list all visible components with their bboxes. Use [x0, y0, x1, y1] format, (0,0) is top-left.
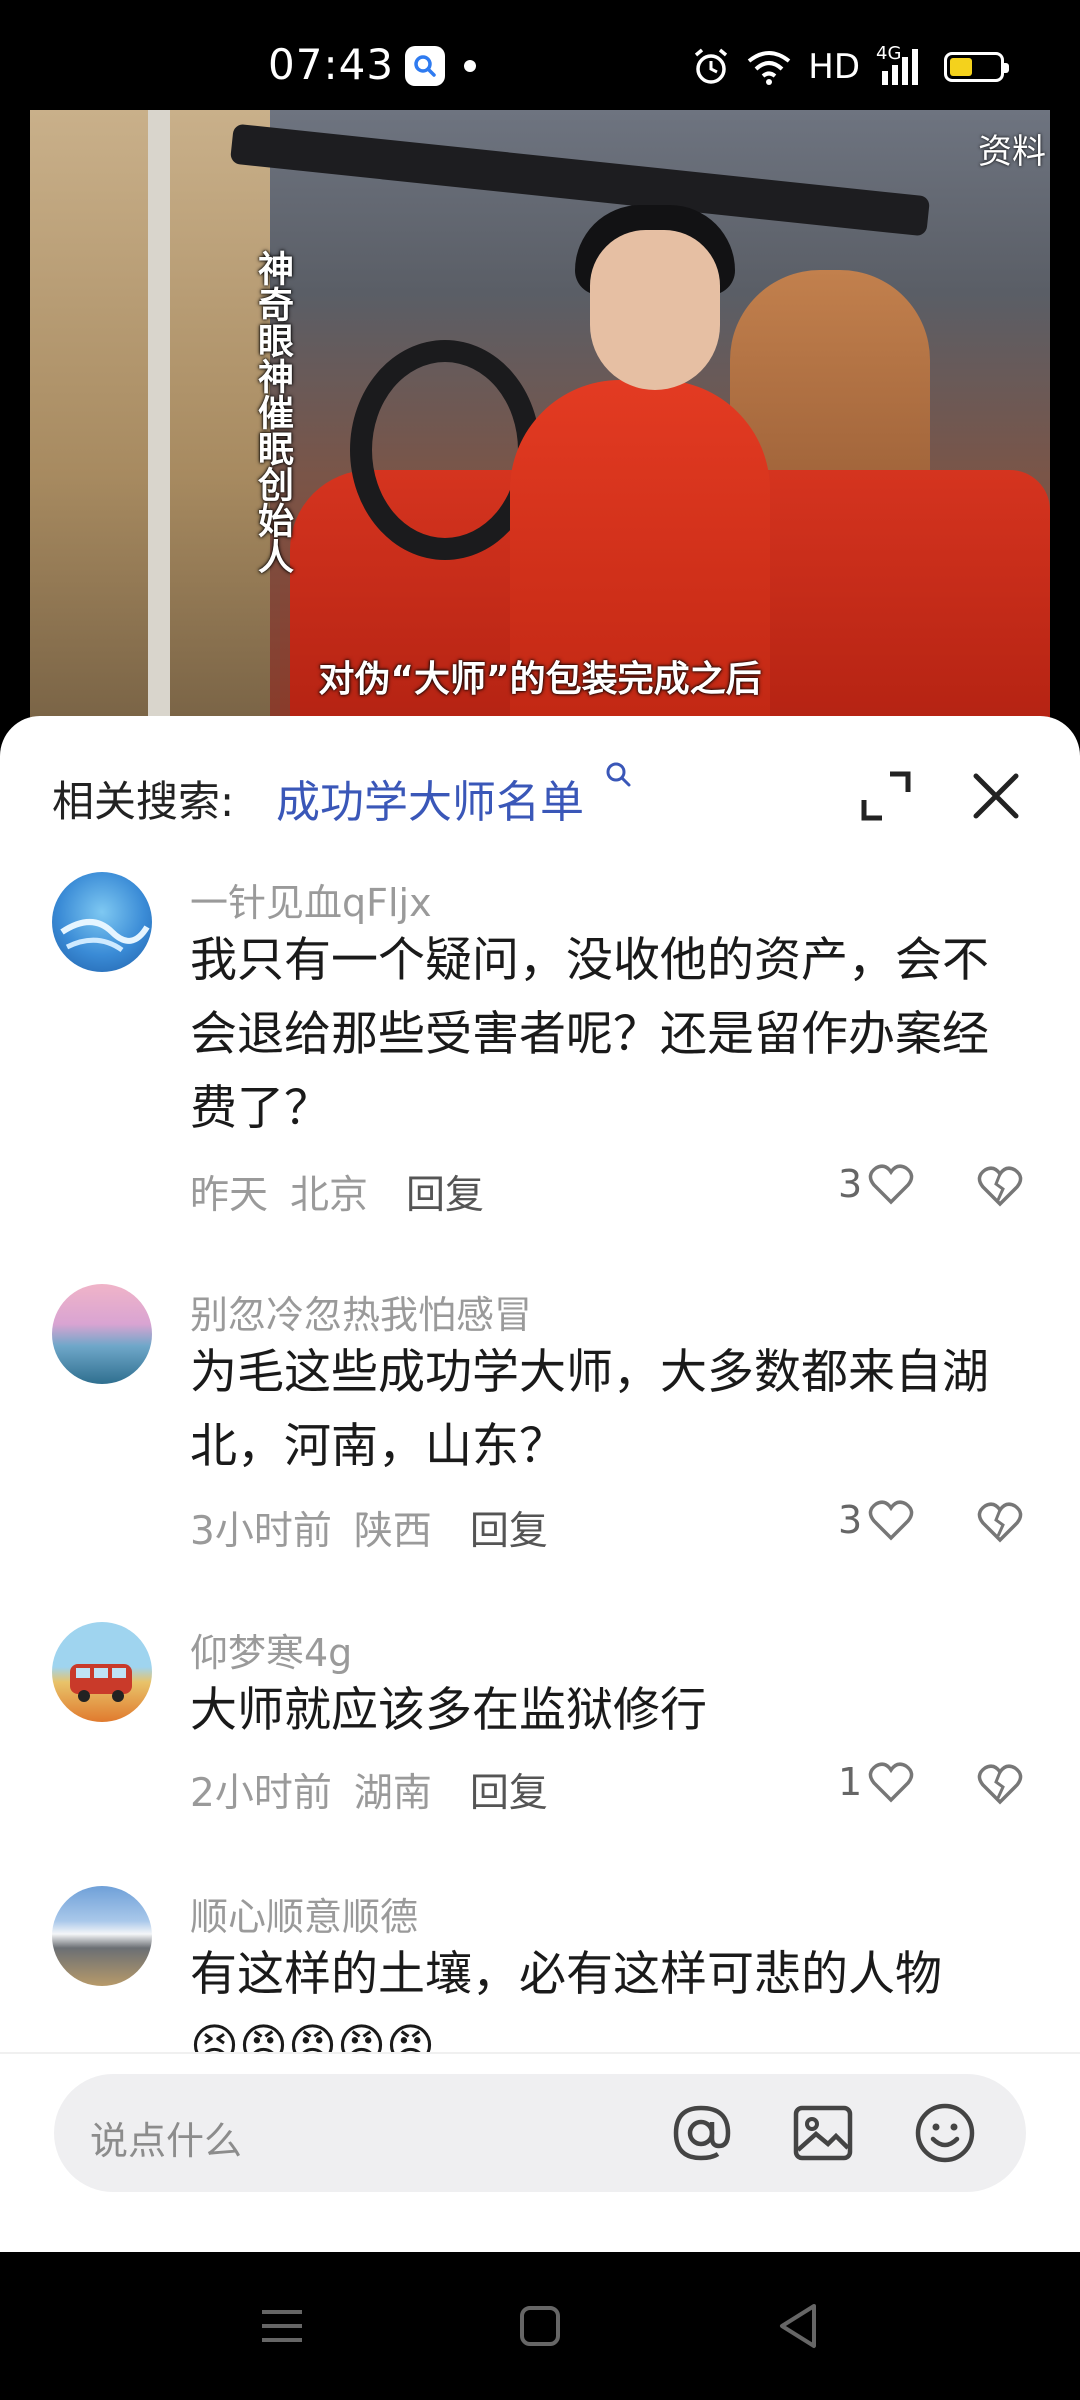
- like-button[interactable]: 3: [838, 1498, 914, 1542]
- comment-sheet: 相关搜索: 成功学大师名单 一针见血qFljx 我只有一个疑问，没收他的资产，会…: [0, 716, 1080, 2252]
- comment-meta: 2小时前 湖南 回复: [190, 1762, 548, 1818]
- search-app-icon: [405, 46, 445, 86]
- comment-input-placeholder: 说点什么: [90, 2119, 243, 2163]
- comment-location: 湖南: [353, 1771, 432, 1816]
- comment-item: 别忽冷忽热我怕感冒 为毛这些成功学大师，大多数都来自湖北，河南，山东？ 3小时前…: [0, 1284, 1080, 1564]
- comment-meta: 3小时前 陕西 回复: [190, 1500, 548, 1556]
- status-icons: HD 4G: [692, 43, 1009, 90]
- video-car-frame: [229, 123, 931, 237]
- video-corner-tag: 资料: [978, 132, 1046, 172]
- close-icon[interactable]: [966, 766, 1026, 826]
- navigation-bar: [0, 2252, 1080, 2400]
- reply-button[interactable]: 回复: [406, 1173, 484, 1218]
- video-pillar: [148, 110, 170, 720]
- sheet-header: 相关搜索: 成功学大师名单: [0, 716, 1080, 866]
- comment-username[interactable]: 别忽冷忽热我怕感冒: [190, 1284, 532, 1339]
- battery-fill: [950, 58, 972, 76]
- search-icon[interactable]: [604, 760, 632, 788]
- avatar[interactable]: [52, 1284, 152, 1384]
- related-search-link[interactable]: 成功学大师名单: [276, 766, 584, 830]
- emoji-icon[interactable]: [912, 2100, 978, 2166]
- comment-text: 有这样的土壤，必有这样可悲的人物: [190, 1947, 942, 2002]
- reply-button[interactable]: 回复: [470, 1509, 548, 1554]
- related-search-label: 相关搜索:: [52, 777, 235, 826]
- comment-item: 仰梦寒4g 大师就应该多在监狱修行 2小时前 湖南 回复 1: [0, 1622, 1080, 1822]
- comment-location: 陕西: [353, 1509, 432, 1554]
- comment-input-bar: 说点什么: [0, 2052, 1080, 2252]
- like-button[interactable]: 3: [838, 1162, 914, 1206]
- image-icon[interactable]: [790, 2100, 856, 2166]
- reply-button[interactable]: 回复: [470, 1771, 548, 1816]
- battery-icon: [944, 52, 1009, 82]
- comment-text: 大师就应该多在监狱修行: [190, 1683, 707, 1738]
- expand-icon[interactable]: [856, 766, 916, 826]
- like-button[interactable]: 1: [838, 1760, 914, 1804]
- status-bar: 07:43 HD 4G: [0, 0, 1080, 110]
- avatar[interactable]: [52, 872, 152, 972]
- broken-heart-icon[interactable]: [976, 1760, 1024, 1808]
- heart-icon: [868, 1164, 914, 1205]
- comment-time: 3小时前: [190, 1509, 332, 1554]
- alarm-icon: [695, 48, 728, 84]
- comment-text: 为毛这些成功学大师，大多数都来自湖北，河南，山东？: [190, 1345, 989, 1474]
- wifi-icon: [748, 51, 791, 85]
- home-icon[interactable]: [512, 2298, 568, 2354]
- like-count: 1: [838, 1760, 863, 1804]
- like-count: 3: [838, 1162, 863, 1206]
- comment-time: 2小时前: [190, 1771, 332, 1816]
- avatar[interactable]: [52, 1886, 152, 1986]
- notification-dot: [464, 60, 476, 72]
- comment-input[interactable]: 说点什么: [54, 2074, 1026, 2192]
- at-icon[interactable]: [668, 2100, 734, 2166]
- video-person-head: [590, 230, 720, 390]
- broken-heart-icon[interactable]: [976, 1498, 1024, 1546]
- back-icon[interactable]: [770, 2298, 826, 2354]
- comment-text: 我只有一个疑问，没收他的资产，会不会退给那些受害者呢？还是留作办案经费了？: [190, 933, 989, 1136]
- avatar[interactable]: [52, 1622, 152, 1722]
- comment-meta: 昨天 北京 回复: [190, 1164, 484, 1220]
- status-time: 07:43: [268, 40, 395, 89]
- like-count: 3: [838, 1498, 863, 1542]
- comment-item: 一针见血qFljx 我只有一个疑问，没收他的资产，会不会退给那些受害者呢？还是留…: [0, 872, 1080, 1232]
- comment-username[interactable]: 一针见血qFljx: [190, 872, 432, 927]
- network-hd-label: HD: [808, 47, 860, 87]
- comment-time: 昨天: [190, 1173, 269, 1218]
- heart-icon: [868, 1500, 914, 1541]
- broken-heart-icon[interactable]: [976, 1162, 1024, 1210]
- video-subtitle: 对伪“大师”的包装完成之后: [318, 659, 762, 700]
- video-vertical-caption: 神奇眼神催眠创始人: [252, 250, 293, 574]
- comment-location: 北京: [290, 1173, 369, 1218]
- menu-icon[interactable]: [254, 2298, 310, 2354]
- comment-username[interactable]: 仰梦寒4g: [190, 1622, 352, 1677]
- comment-username[interactable]: 顺心顺意顺德: [190, 1886, 418, 1941]
- signal-icon: 4G: [876, 43, 928, 87]
- video-player[interactable]: 神奇眼神催眠创始人 资料 对伪“大师”的包装完成之后: [30, 110, 1050, 720]
- heart-icon: [868, 1762, 914, 1803]
